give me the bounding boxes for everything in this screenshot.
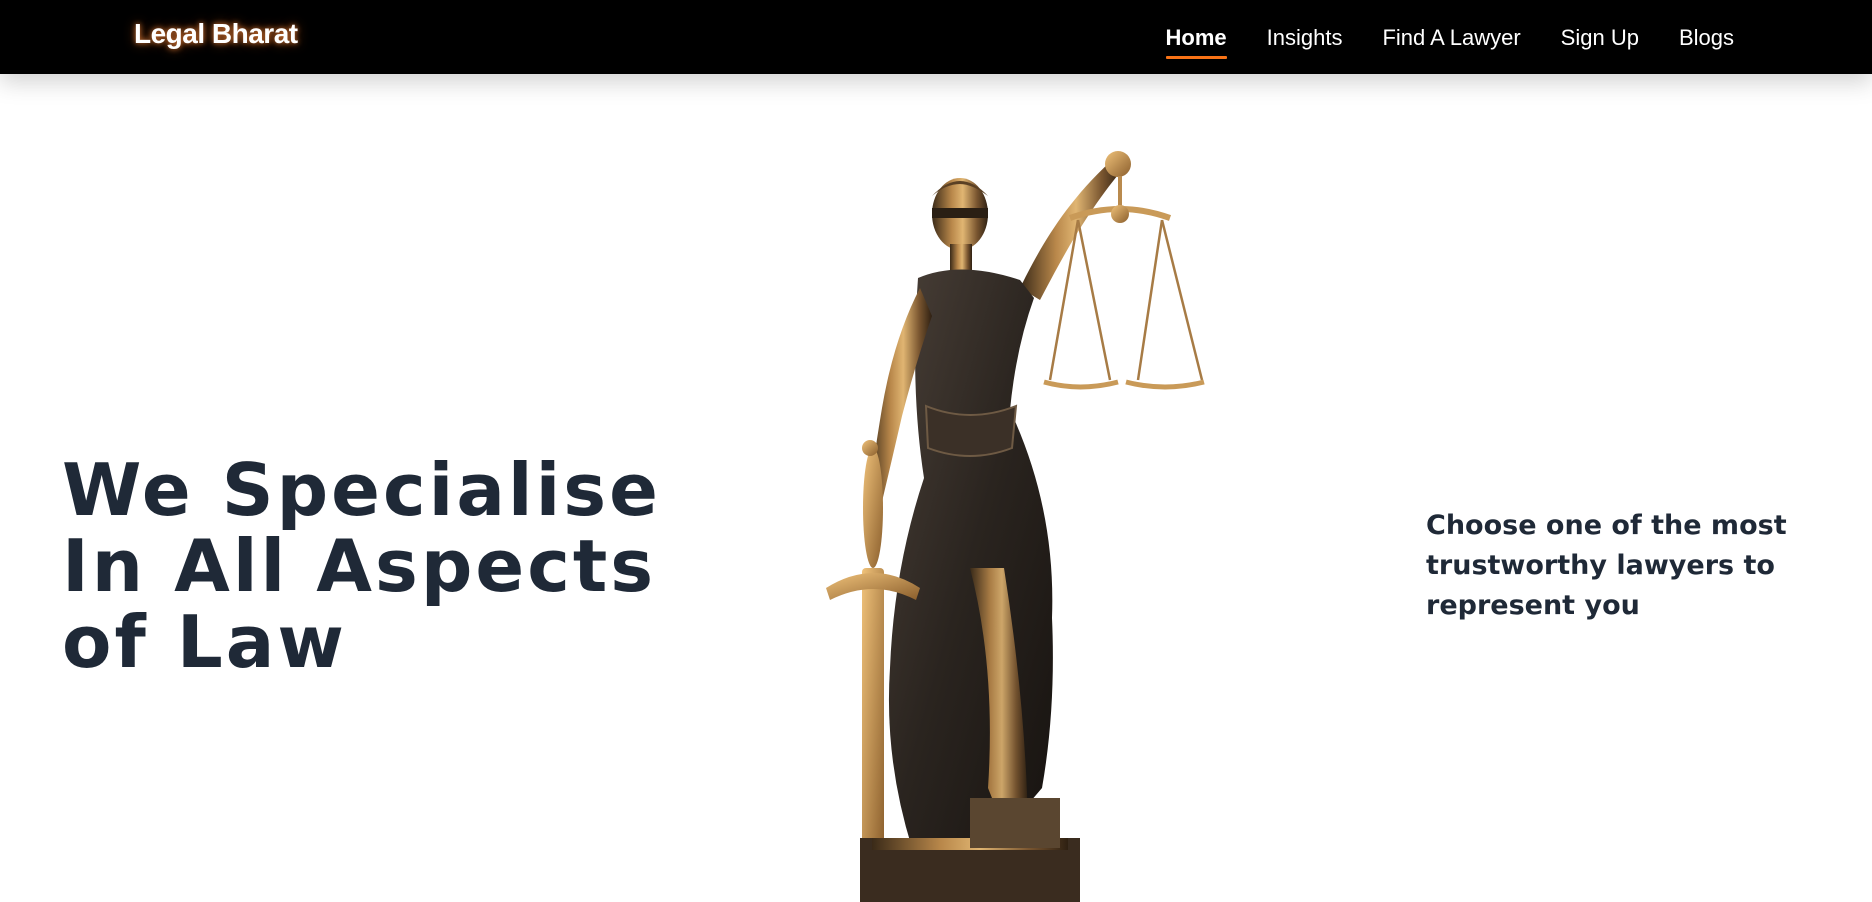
lady-justice-statue [826,151,1205,902]
hero-title-line: In All Aspects [62,524,657,608]
nav-link-home[interactable]: Home [1165,23,1227,59]
nav-links: Home Insights Find A Lawyer Sign Up Blog… [1165,0,1734,74]
hero-title-line: We Specialise [62,448,661,532]
navbar: Legal Bharat Home Insights Find A Lawyer… [0,0,1872,74]
hero-title-line: of Law [62,600,347,684]
nav-link-insights[interactable]: Insights [1267,23,1343,51]
brand-logo[interactable]: Legal Bharat [134,18,298,50]
hero-tagline: Choose one of the most trustworthy lawye… [1426,510,1787,621]
nav-link-blogs[interactable]: Blogs [1679,23,1734,51]
nav-link-find-a-lawyer[interactable]: Find A Lawyer [1382,23,1520,51]
hero-title: We Specialise In All Aspects of Law [62,452,662,680]
nav-link-sign-up[interactable]: Sign Up [1561,23,1639,51]
